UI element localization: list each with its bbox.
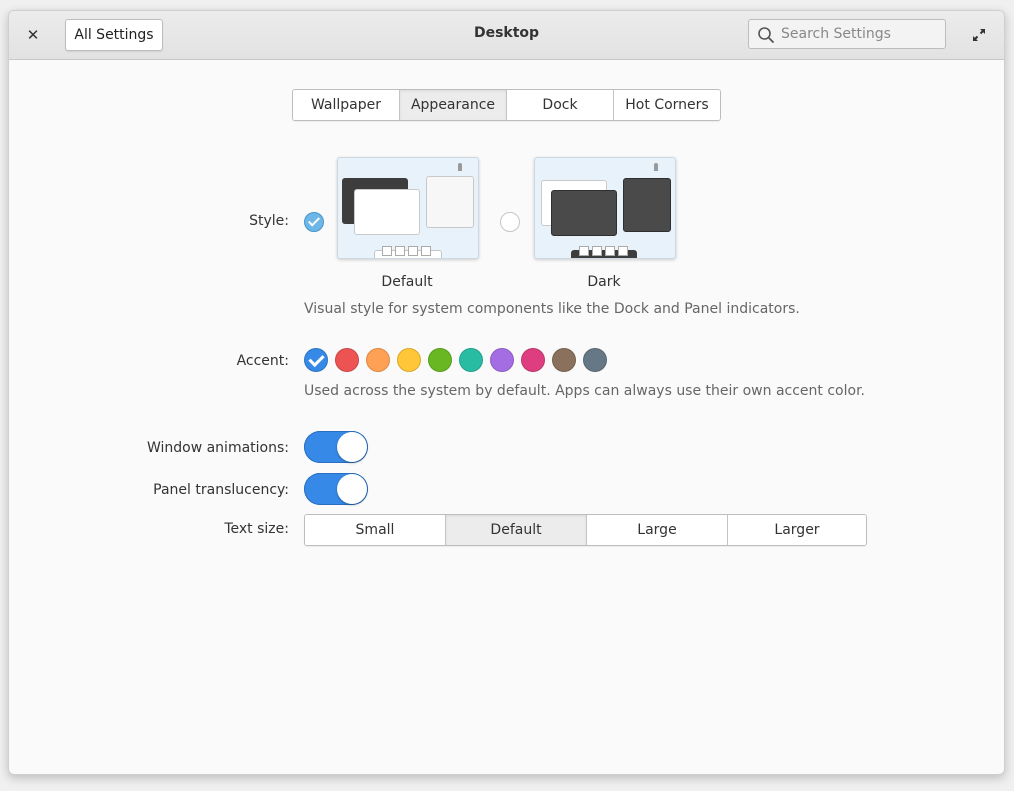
accent-description: Used across the system by default. Apps … [304, 383, 865, 399]
style-dark-preview[interactable] [534, 157, 676, 259]
text-size-label: Text size: [224, 521, 289, 537]
preview-light-window [354, 189, 420, 235]
section-tabs: Wallpaper Appearance Dock Hot Corners [292, 89, 721, 121]
accent-swatch[interactable] [459, 348, 483, 372]
preview-dock-icon [605, 246, 615, 256]
style-default-radio[interactable] [304, 212, 324, 232]
preview-dock-icon [395, 246, 405, 256]
accent-swatch[interactable] [490, 348, 514, 372]
text-size-small[interactable]: Small [305, 515, 446, 545]
panel-translucency-label: Panel translucency: [153, 482, 289, 498]
preview-dock-icon [408, 246, 418, 256]
preview-indicator [458, 163, 462, 171]
style-description: Visual style for system components like … [304, 301, 800, 317]
preview-dock-icon [382, 246, 392, 256]
preview-popover [426, 176, 474, 228]
preview-dock-icon [618, 246, 628, 256]
tab-wallpaper[interactable]: Wallpaper [293, 90, 400, 120]
accent-swatches [304, 348, 607, 372]
preview-popover [623, 178, 671, 232]
search-input[interactable] [781, 20, 941, 48]
preview-dark-window [551, 190, 617, 236]
text-size-large[interactable]: Large [587, 515, 728, 545]
style-default-preview[interactable] [337, 157, 479, 259]
maximize-icon [973, 29, 985, 41]
window-animations-label: Window animations: [146, 440, 289, 456]
search-box[interactable] [748, 19, 946, 49]
accent-swatch[interactable] [304, 348, 328, 372]
window-animations-switch[interactable] [304, 431, 368, 463]
text-size-larger[interactable]: Larger [728, 515, 866, 545]
panel-translucency-switch[interactable] [304, 473, 368, 505]
text-size-selector: Small Default Large Larger [304, 514, 867, 546]
accent-label: Accent: [236, 353, 289, 369]
accent-swatch[interactable] [521, 348, 545, 372]
style-dark-radio[interactable] [500, 212, 520, 232]
header-bar: ✕ All Settings Desktop [9, 11, 1004, 60]
switch-knob [337, 474, 367, 504]
tab-dock[interactable]: Dock [507, 90, 614, 120]
search-icon [758, 27, 774, 43]
maximize-button[interactable] [967, 23, 991, 47]
style-label: Style: [249, 213, 289, 229]
accent-swatch[interactable] [583, 348, 607, 372]
settings-window: ✕ All Settings Desktop Wallpaper Appeara… [8, 10, 1005, 775]
accent-swatch[interactable] [366, 348, 390, 372]
text-size-default[interactable]: Default [446, 515, 587, 545]
accent-swatch[interactable] [397, 348, 421, 372]
tab-appearance[interactable]: Appearance [400, 90, 507, 120]
preview-dock-icon [592, 246, 602, 256]
style-dark-label: Dark [587, 274, 621, 290]
tab-hot-corners[interactable]: Hot Corners [614, 90, 720, 120]
accent-swatch[interactable] [552, 348, 576, 372]
preview-indicator [654, 163, 658, 171]
preview-dock-icon [421, 246, 431, 256]
preview-dock-icon [579, 246, 589, 256]
switch-knob [337, 432, 367, 462]
style-default-label: Default [381, 274, 433, 290]
accent-swatch[interactable] [428, 348, 452, 372]
accent-swatch[interactable] [335, 348, 359, 372]
